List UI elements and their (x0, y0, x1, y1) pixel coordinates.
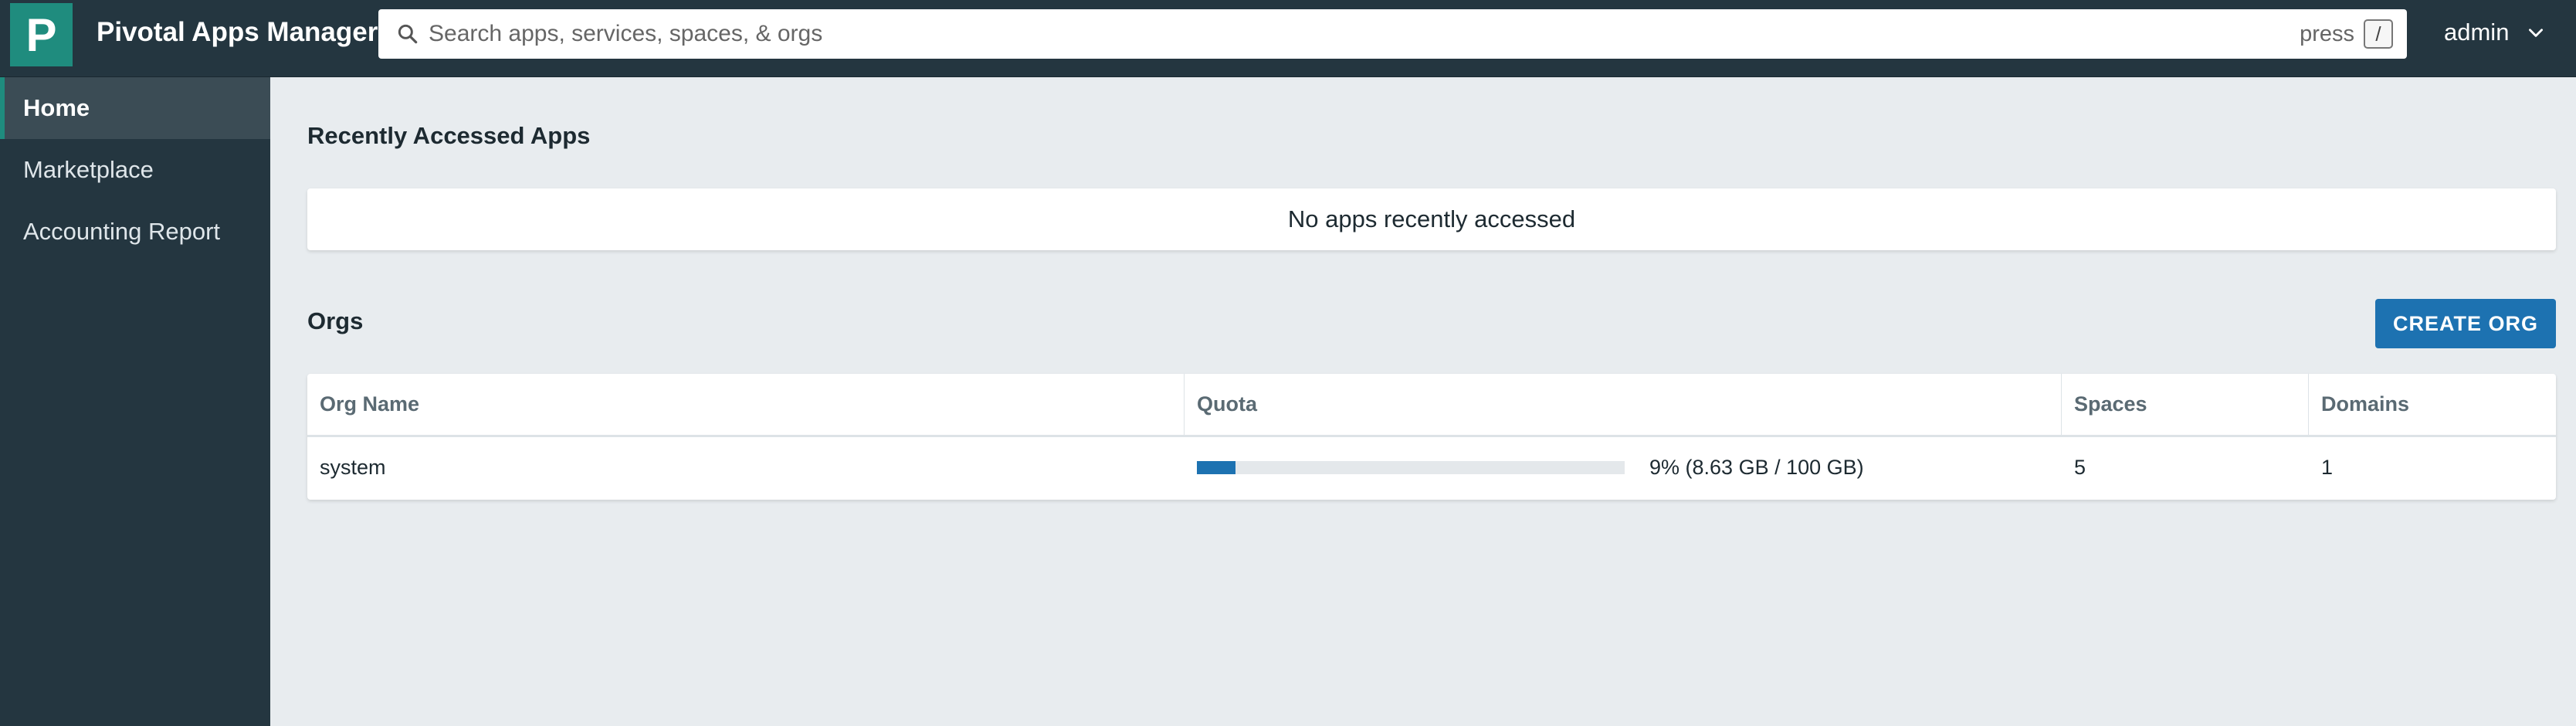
pivotal-logo[interactable]: P (10, 3, 73, 66)
sidebar: Home Marketplace Accounting Report (0, 77, 270, 726)
search-input[interactable] (429, 15, 2127, 53)
main-content: Recently Accessed Apps No apps recently … (270, 77, 2576, 726)
sidebar-item-accounting-report[interactable]: Accounting Report (0, 201, 270, 263)
org-name-cell[interactable]: system (307, 437, 1185, 497)
recent-apps-title: Recently Accessed Apps (307, 122, 591, 149)
orgs-table: Org Name Quota Spaces Domains system 9% … (307, 374, 2556, 500)
spaces-cell: 5 (2074, 455, 2086, 479)
shortcut-key: / (2364, 19, 2393, 49)
column-header-domains[interactable]: Domains (2309, 374, 2556, 435)
app-title[interactable]: Pivotal Apps Manager (97, 14, 378, 51)
press-label: press (2300, 21, 2354, 46)
table-row[interactable]: system 9% (8.63 GB / 100 GB) 5 1 (307, 437, 2556, 497)
search-icon (398, 24, 418, 44)
column-header-spaces[interactable]: Spaces (2062, 374, 2309, 435)
quota-text: 9% (8.63 GB / 100 GB) (1649, 455, 1864, 479)
quota-progress-bar (1197, 460, 1625, 474)
domains-cell: 1 (2321, 455, 2334, 479)
user-menu[interactable]: admin (2444, 14, 2546, 51)
orgs-title: Orgs (307, 307, 364, 334)
column-header-org-name[interactable]: Org Name (307, 374, 1185, 435)
quota-progress-fill (1197, 460, 1235, 474)
column-header-quota[interactable]: Quota (1185, 374, 2062, 435)
keyboard-shortcut-hint: press / (2300, 19, 2393, 49)
search-box[interactable]: press / (378, 9, 2407, 59)
sidebar-item-home[interactable]: Home (0, 77, 270, 139)
top-bar: P Pivotal Apps Manager press / admin (0, 0, 2576, 77)
quota-cell: 9% (8.63 GB / 100 GB) (1185, 437, 2062, 497)
user-name: admin (2444, 19, 2510, 46)
table-header: Org Name Quota Spaces Domains (307, 374, 2556, 437)
create-org-button[interactable]: CREATE ORG (2375, 299, 2556, 348)
sidebar-item-marketplace[interactable]: Marketplace (0, 139, 270, 201)
empty-message: No apps recently accessed (1287, 205, 1576, 232)
chevron-down-icon (2529, 29, 2544, 37)
recent-apps-card: No apps recently accessed (307, 188, 2556, 250)
